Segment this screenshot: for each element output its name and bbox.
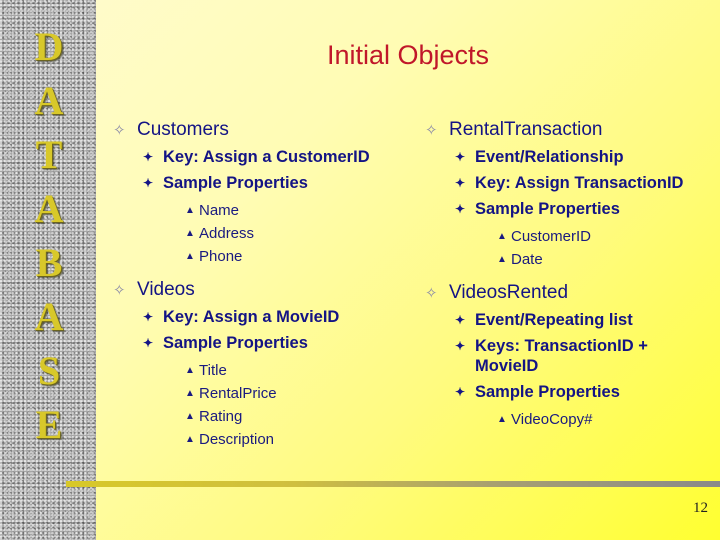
four-point-star-outline-icon: ✧ — [113, 282, 126, 299]
caret-up-icon: ▲ — [185, 251, 195, 262]
sample-property: ▲ Name — [185, 199, 413, 222]
sample-property-label: VideoCopy# — [511, 411, 593, 428]
four-point-star-solid-icon: ✦ — [143, 310, 154, 324]
logo-letter: D — [34, 24, 64, 69]
object-heading: ✧ Videos — [113, 276, 413, 304]
property-label: Key: Assign a MovieID — [163, 308, 340, 326]
sample-property-label: Address — [199, 225, 255, 242]
caret-up-icon: ▲ — [185, 411, 195, 422]
sample-property: ▲ Address — [185, 222, 413, 245]
logo-letter: T — [35, 132, 63, 177]
caret-up-icon: ▲ — [497, 231, 507, 242]
logo-letter: B — [35, 240, 63, 285]
property-item: ✦ Keys: TransactionID + MovieID — [455, 336, 715, 376]
sample-property: ▲ Title — [185, 359, 413, 382]
four-point-star-outline-icon: ✧ — [425, 122, 438, 139]
four-point-star-solid-icon: ✦ — [143, 176, 154, 190]
footer-divider — [66, 481, 720, 487]
property-label: Sample Properties — [475, 383, 620, 401]
logo-letter: S — [37, 348, 61, 393]
sample-property-label: Description — [199, 431, 275, 448]
object-heading-label: Videos — [137, 279, 195, 300]
four-point-star-solid-icon: ✦ — [455, 202, 466, 216]
four-point-star-solid-icon: ✦ — [455, 150, 466, 164]
sample-property-label: RentalPrice — [199, 385, 277, 402]
logo-letter: A — [34, 78, 64, 123]
property-item: ✦ Event/Relationship — [455, 147, 715, 167]
property-label: Event/Repeating list — [475, 311, 633, 329]
caret-up-icon: ▲ — [185, 434, 195, 445]
right-column: ✧ RentalTransaction ✦ Event/Relationship ✦ Ke… — [425, 116, 715, 439]
sample-property: ▲ Description — [185, 428, 413, 451]
four-point-star-solid-icon: ✦ — [143, 336, 154, 350]
property-label: Sample Properties — [475, 200, 620, 218]
object-heading-label: VideosRented — [449, 282, 569, 303]
logo-letter: E — [35, 402, 63, 447]
sample-property: ▲ Date — [497, 248, 715, 271]
four-point-star-solid-icon: ✦ — [455, 313, 466, 327]
property-item: ✦ Sample Properties — [143, 333, 413, 353]
object-heading-label: RentalTransaction — [449, 119, 603, 140]
sample-property-label: Title — [199, 362, 227, 379]
object-group: ✧ RentalTransaction ✦ Event/Relationship ✦ Ke… — [425, 116, 715, 271]
object-group: ✧ Videos ✦ Key: Assign a MovieID ✦ Sample Pro… — [113, 276, 413, 451]
property-label: Sample Properties — [163, 334, 308, 352]
sample-property: ▲ VideoCopy# — [497, 408, 715, 431]
caret-up-icon: ▲ — [185, 228, 195, 239]
four-point-star-outline-icon: ✧ — [113, 122, 126, 139]
property-label: Sample Properties — [163, 174, 308, 192]
property-item: ✦ Key: Assign a MovieID — [143, 307, 413, 327]
left-column: ✧ Customers ✦ Key: Assign a CustomerID ✦ Samp… — [113, 116, 413, 459]
sample-property-label: CustomerID — [511, 228, 592, 245]
object-heading-label: Customers — [137, 119, 229, 140]
sample-property-label: Rating — [199, 408, 243, 425]
caret-up-icon: ▲ — [497, 254, 507, 265]
sample-property: ▲ CustomerID — [497, 225, 715, 248]
sample-property: ▲ RentalPrice — [185, 382, 413, 405]
object-heading: ✧ RentalTransaction — [425, 116, 715, 144]
logo-letter: A — [34, 186, 64, 231]
sample-property-label: Date — [511, 251, 543, 268]
property-item: ✦ Sample Properties — [455, 382, 715, 402]
caret-up-icon: ▲ — [497, 414, 507, 425]
four-point-star-solid-icon: ✦ — [455, 176, 466, 190]
database-sidebar: DATABASE — [0, 0, 96, 540]
property-label: Event/Relationship — [475, 148, 624, 166]
four-point-star-solid-icon: ✦ — [455, 339, 466, 353]
property-item: ✦ Sample Properties — [143, 173, 413, 193]
caret-up-icon: ▲ — [185, 205, 195, 216]
object-heading: ✧ VideosRented — [425, 279, 715, 307]
object-group: ✧ VideosRented ✦ Event/Repeating list ✦ Keys:… — [425, 279, 715, 431]
object-group: ✧ Customers ✦ Key: Assign a CustomerID ✦ Samp… — [113, 116, 413, 268]
sample-property: ▲ Rating — [185, 405, 413, 428]
property-item: ✦ Key: Assign a CustomerID — [143, 147, 413, 167]
property-item: ✦ Key: Assign TransactionID — [455, 173, 715, 193]
sample-property: ▲ Phone — [185, 245, 413, 268]
property-label: Keys: TransactionID + MovieID — [475, 337, 648, 375]
database-logo: DATABASE — [26, 20, 72, 452]
four-point-star-solid-icon: ✦ — [455, 385, 466, 399]
slide-title: Initial Objects — [326, 40, 490, 70]
four-point-star-outline-icon: ✧ — [425, 285, 438, 302]
caret-up-icon: ▲ — [185, 388, 195, 399]
logo-letter: A — [34, 294, 64, 339]
sample-property-label: Name — [199, 202, 240, 219]
four-point-star-solid-icon: ✦ — [143, 150, 154, 164]
caret-up-icon: ▲ — [185, 365, 195, 376]
property-item: ✦ Event/Repeating list — [455, 310, 715, 330]
property-item: ✦ Sample Properties — [455, 199, 715, 219]
object-heading: ✧ Customers — [113, 116, 413, 144]
page-number: 12 — [693, 500, 708, 516]
property-label: Key: Assign a CustomerID — [163, 148, 370, 166]
property-label: Key: Assign TransactionID — [475, 174, 684, 192]
sample-property-label: Phone — [199, 248, 243, 265]
